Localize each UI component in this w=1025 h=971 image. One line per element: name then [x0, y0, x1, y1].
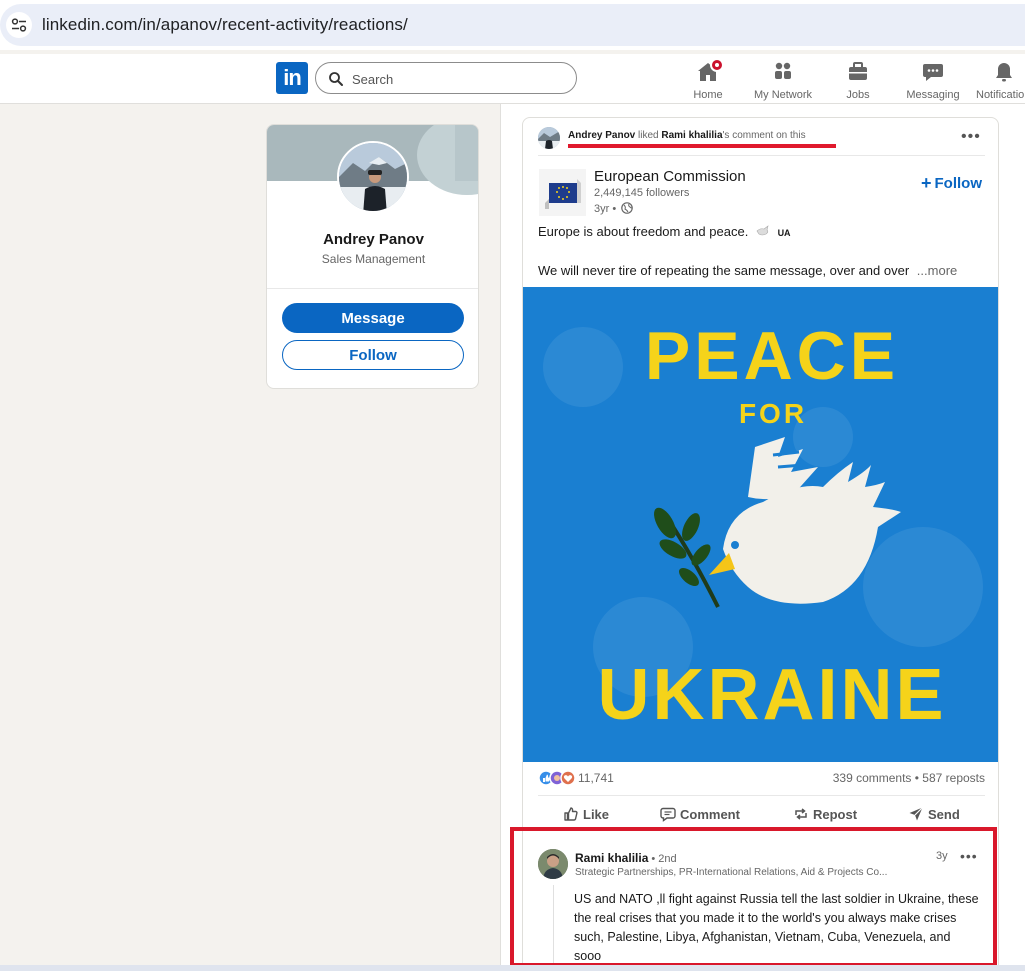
red-underline-annotation	[568, 144, 836, 148]
globe-icon	[621, 202, 634, 214]
nav-jobs[interactable]: Jobs	[840, 58, 876, 102]
commenter-title: Strategic Partnerships, PR-International…	[575, 867, 888, 878]
nav-jobs-label: Jobs	[846, 89, 870, 101]
org-logo[interactable]	[539, 169, 586, 216]
notification-badge	[710, 58, 724, 72]
commenter-avatar[interactable]	[538, 849, 568, 879]
search-input[interactable]	[352, 69, 562, 89]
browser-address-bar: linkedin.com/in/apanov/recent-activity/r…	[0, 0, 1025, 50]
follow-profile-button[interactable]: Follow	[282, 340, 464, 370]
connection-degree: • 2nd	[651, 853, 677, 865]
post-text-continued: We will never tire of repeating the same…	[538, 263, 958, 278]
actor-avatar[interactable]	[538, 127, 560, 149]
org-name[interactable]: European Commission	[594, 168, 746, 185]
poster-line-1: PEACE	[645, 318, 899, 394]
post-time: 3yr •	[594, 202, 634, 215]
send-icon	[909, 807, 923, 821]
message-button[interactable]: Message	[282, 303, 464, 333]
profile-headline: Sales Management	[321, 252, 426, 266]
chat-icon	[921, 60, 945, 84]
repost-button[interactable]: Repost	[793, 806, 857, 822]
nav-home[interactable]: Home	[688, 58, 728, 102]
profile-card: Andrey Panov Sales Management Message Fo…	[266, 124, 479, 389]
comment-thread-line	[553, 885, 554, 963]
profile-avatar[interactable]	[337, 141, 409, 213]
social-counts: 11,741 339 comments • 587 reposts	[538, 769, 985, 787]
window-bottom-edge	[0, 965, 1025, 971]
send-button[interactable]: Send	[908, 806, 960, 822]
comment-text: US and NATO ,ll fight against Russia tel…	[574, 892, 979, 963]
site-settings-icon[interactable]	[6, 12, 32, 38]
plus-icon: +	[921, 173, 932, 193]
post-text: Europe is about freedom and peace. UA	[538, 224, 791, 239]
nav-my-network-label: My Network	[753, 89, 813, 101]
activity-actor[interactable]: Andrey Panov	[568, 130, 635, 141]
thumbs-up-icon	[564, 807, 578, 821]
nav-notifications-label: Notifications	[976, 89, 1025, 101]
see-more-link[interactable]: ...more	[917, 263, 957, 278]
top-navigation: in Home My Network Jobs Messaging	[0, 54, 1025, 104]
nav-messaging[interactable]: Messaging	[903, 58, 963, 102]
people-icon	[771, 60, 795, 84]
dove-emoji-icon	[756, 225, 769, 236]
comment-icon	[660, 807, 676, 822]
comment-more-options-icon[interactable]: •••	[960, 848, 978, 864]
briefcase-icon	[846, 60, 870, 84]
reactions-icons[interactable]	[538, 770, 578, 786]
nav-my-network[interactable]: My Network	[752, 58, 814, 102]
comments-reposts-count[interactable]: 339 comments • 587 reposts	[833, 771, 985, 785]
follow-org-button[interactable]: + Follow	[921, 173, 982, 194]
search-box[interactable]	[315, 62, 577, 94]
comment-button[interactable]: Comment	[660, 806, 740, 822]
comment-time: 3y	[936, 850, 948, 862]
activity-text: Andrey Panov liked Rami khalilia's comme…	[568, 130, 806, 141]
home-icon	[696, 58, 724, 84]
repost-icon	[795, 808, 807, 820]
nav-home-label: Home	[693, 89, 723, 101]
like-button[interactable]: Like	[563, 806, 609, 822]
post-image[interactable]: PEACE FOR UKRAINE	[523, 287, 998, 762]
post-more-options-icon[interactable]: •••	[961, 128, 981, 146]
search-icon	[329, 72, 343, 86]
address-field[interactable]: linkedin.com/in/apanov/recent-activity/r…	[0, 4, 1025, 46]
poster-line-2: FOR	[739, 398, 807, 429]
nav-messaging-label: Messaging	[906, 89, 960, 101]
poster-line-3: UKRAINE	[597, 655, 946, 735]
nav-notifications[interactable]: Notifications	[976, 58, 1025, 102]
activity-target[interactable]: Rami khalilia	[661, 130, 722, 141]
ua-flag-tag: UA	[777, 228, 791, 238]
profile-name[interactable]: Andrey Panov	[267, 231, 478, 248]
reactions-count[interactable]: 11,741	[578, 771, 614, 785]
commenter-name[interactable]: Rami khalilia • 2nd	[575, 851, 677, 865]
activity-header: Andrey Panov liked Rami khalilia's comme…	[523, 118, 998, 156]
linkedin-logo[interactable]: in	[276, 62, 308, 94]
org-followers: 2,449,145 followers	[594, 187, 690, 199]
url-text[interactable]: linkedin.com/in/apanov/recent-activity/r…	[42, 15, 408, 35]
bell-icon	[992, 60, 1016, 84]
